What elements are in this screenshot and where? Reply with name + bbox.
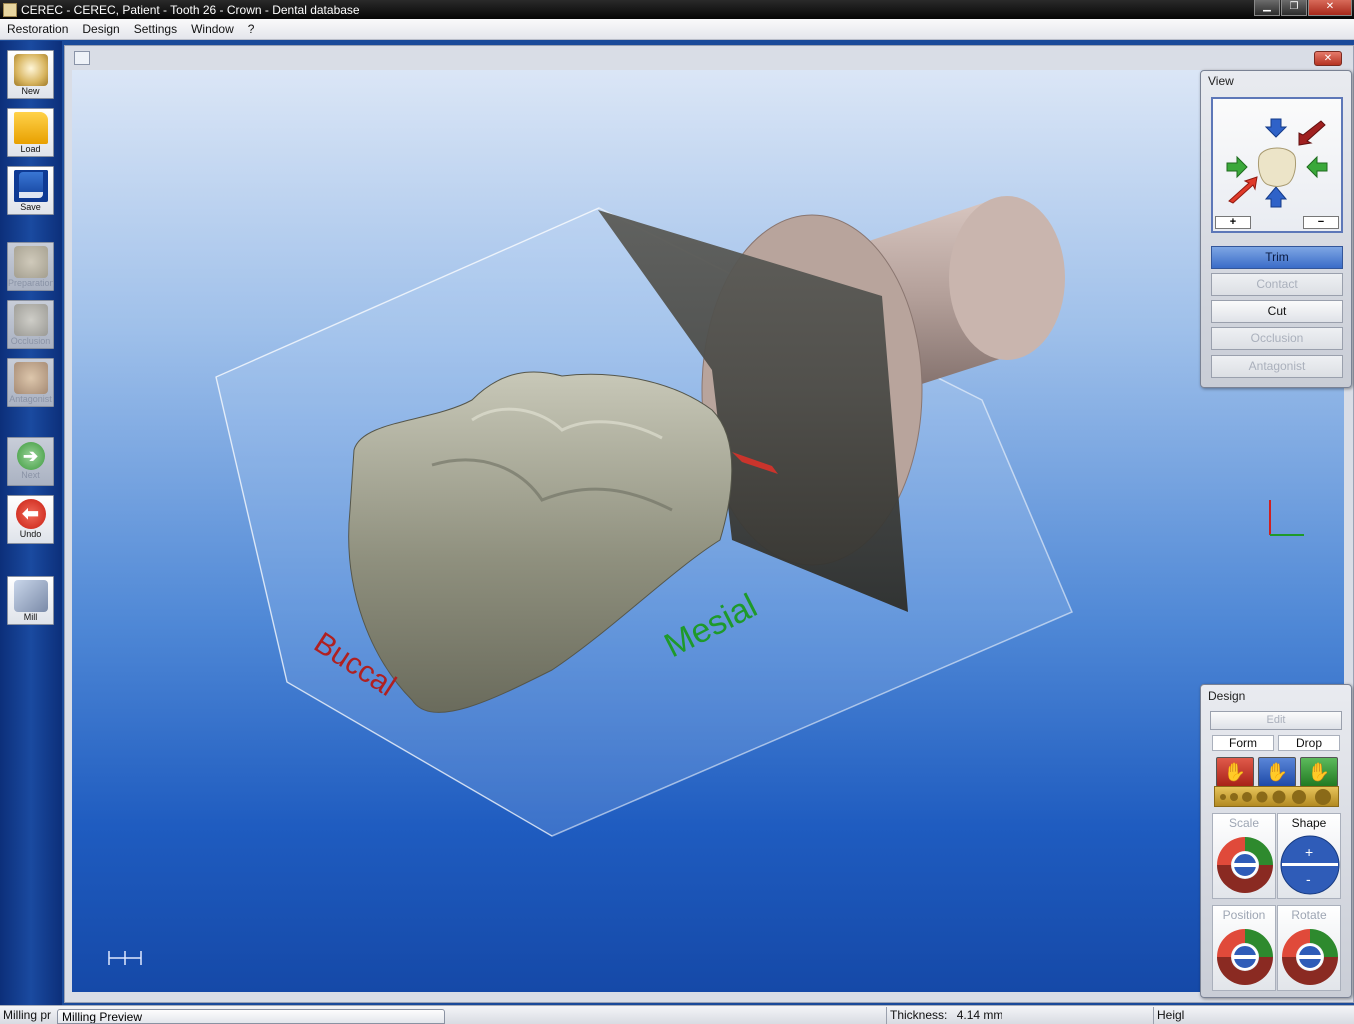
antagonist-view-button[interactable]: Antagonist	[1211, 355, 1343, 378]
view-orientation-control[interactable]: + −	[1211, 97, 1343, 233]
arrow-down-icon	[1264, 118, 1288, 138]
contact-button[interactable]: Contact	[1211, 273, 1343, 296]
rotate-control[interactable]: Rotate	[1277, 905, 1341, 991]
window-title: CEREC - CEREC, Patient - Tooth 26 - Crow…	[21, 2, 360, 17]
zoom-out-button[interactable]: −	[1303, 216, 1339, 229]
menu-bar: Restoration Design Settings Window ?	[0, 19, 1354, 40]
position-control[interactable]: Position	[1212, 905, 1276, 991]
arrow-diagonal-icon	[1298, 120, 1326, 146]
brush-size-slider[interactable]	[1214, 786, 1339, 807]
height-readout: Heigl	[1153, 1007, 1354, 1024]
orientation-arrows	[1226, 118, 1328, 208]
view-panel-title: View	[1208, 74, 1234, 88]
remove-material-hand-icon[interactable]: ✋	[1258, 757, 1296, 787]
edit-button[interactable]: Edit	[1210, 711, 1342, 730]
app-icon	[3, 2, 17, 17]
antagonist-icon	[13, 362, 48, 394]
next-button[interactable]: ➔ Next	[7, 437, 54, 486]
rotate-label: Rotate	[1291, 908, 1327, 922]
new-button[interactable]: New	[7, 50, 54, 99]
next-label: Next	[21, 470, 40, 480]
milling-preview-tab[interactable]: Milling Preview	[57, 1009, 445, 1024]
smooth-hand-icon[interactable]: ✋	[1300, 757, 1338, 787]
scale-ring-icon	[1217, 837, 1273, 893]
menu-help[interactable]: ?	[241, 22, 262, 36]
thickness-readout: Thickness: 4.14 mm	[886, 1007, 1002, 1024]
save-button[interactable]: Save	[7, 166, 54, 215]
shape-minus-label: -	[1306, 871, 1311, 887]
thickness-label: Thickness:	[890, 1008, 948, 1022]
arrow-diagonal-red-icon	[1228, 176, 1258, 204]
shape-control[interactable]: Shape + -	[1277, 813, 1341, 899]
close-button[interactable]: ✕	[1308, 0, 1352, 16]
mill-label: Mill	[23, 612, 38, 622]
viewport-close-button[interactable]: ✕	[1314, 51, 1342, 66]
new-label: New	[21, 86, 40, 96]
occlusion-button[interactable]: Occlusion	[7, 300, 54, 349]
floppy-disk-icon	[13, 170, 48, 202]
thickness-value: 4.14 mm	[956, 1008, 1002, 1022]
arrow-right-icon: ➔	[16, 442, 45, 470]
save-label: Save	[20, 202, 41, 212]
rotate-ring-icon	[1282, 929, 1338, 985]
view-panel: View + − Trim Contact Cut Occlusion Anta…	[1200, 70, 1352, 388]
status-left: Milling pr	[3, 1008, 52, 1022]
menu-design[interactable]: Design	[75, 22, 126, 36]
occlusion-icon	[13, 304, 48, 336]
position-ring-icon	[1217, 929, 1273, 985]
shape-label: Shape	[1291, 816, 1327, 830]
antagonist-button[interactable]: Antagonist	[7, 358, 54, 407]
restore-button[interactable]: ❐	[1281, 0, 1307, 16]
preparation-icon	[13, 246, 48, 278]
preparation-label: Preparation	[8, 278, 55, 288]
shape-plus-label: +	[1305, 844, 1314, 860]
viewport-menu-icon[interactable]	[74, 51, 90, 65]
minimize-button[interactable]: ▁	[1254, 0, 1280, 16]
drop-label: Drop	[1278, 735, 1340, 751]
menu-settings[interactable]: Settings	[127, 22, 184, 36]
load-label: Load	[20, 144, 41, 154]
arrow-right-icon	[1226, 155, 1248, 179]
brush-size-dots	[1220, 789, 1331, 805]
add-material-hand-icon[interactable]: ✋	[1216, 757, 1254, 787]
menu-window[interactable]: Window	[184, 22, 241, 36]
arrow-left-icon: ⬅	[15, 499, 46, 529]
occlusion-view-button[interactable]: Occlusion	[1211, 327, 1343, 350]
design-panel-title: Design	[1208, 689, 1246, 703]
preparation-button[interactable]: Preparation	[7, 242, 55, 291]
menu-restoration[interactable]: Restoration	[0, 22, 75, 36]
occlusion-label: Occlusion	[10, 336, 51, 346]
scale-control[interactable]: Scale	[1212, 813, 1276, 899]
tooth-new-icon	[13, 54, 48, 86]
mill-button[interactable]: Mill	[7, 576, 54, 625]
undo-button[interactable]: ⬅ Undo	[7, 495, 54, 544]
crown-scene: Buccal Mesial	[108, 196, 1304, 965]
arrow-up-icon	[1264, 186, 1288, 208]
scale-label: Scale	[1228, 816, 1260, 830]
3d-viewport[interactable]: Buccal Mesial	[72, 70, 1344, 992]
undo-label: Undo	[19, 529, 42, 539]
mill-icon	[13, 580, 48, 612]
zoom-in-button[interactable]: +	[1215, 216, 1251, 229]
window-controls: ▁ ❐ ✕	[1253, 0, 1352, 16]
title-bar: CEREC - CEREC, Patient - Tooth 26 - Crow…	[0, 0, 1354, 19]
trim-button[interactable]: Trim	[1211, 246, 1343, 269]
position-label: Position	[1222, 908, 1266, 922]
tooth-icon	[1258, 147, 1296, 187]
form-label: Form	[1212, 735, 1274, 751]
antagonist-label: Antagonist	[9, 394, 52, 404]
cut-button[interactable]: Cut	[1211, 300, 1343, 323]
load-button[interactable]: Load	[7, 108, 54, 157]
left-toolbar: New Load Save Preparation Occlusion Anta…	[0, 41, 62, 1011]
folder-icon	[13, 112, 48, 144]
arrow-left-icon	[1306, 155, 1328, 179]
